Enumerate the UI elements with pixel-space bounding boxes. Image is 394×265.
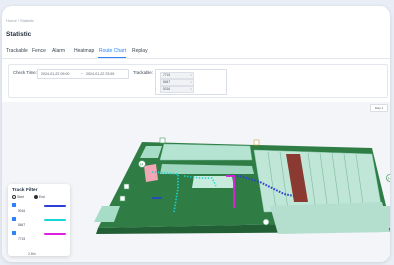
- app-window: Home / Statistic Statistic Trackable Fen…: [2, 6, 390, 262]
- range-separator: ~: [81, 71, 84, 76]
- map-marker-icon[interactable]: [123, 183, 130, 190]
- trackable-chip: 8467 ×: [160, 79, 194, 86]
- rack-block: [192, 176, 234, 188]
- check-time-label: Check Time:: [13, 70, 37, 75]
- filter-bar: Check Time: 2024-01-22 09:00 ~ 2024-01-2…: [8, 64, 388, 98]
- track-id: 7715: [18, 237, 26, 241]
- tab-fence[interactable]: Fence: [32, 48, 46, 54]
- chip-remove-icon[interactable]: ×: [190, 80, 192, 85]
- end-option-label: End: [39, 195, 45, 199]
- chip-remove-icon[interactable]: ×: [190, 73, 192, 78]
- end-time-value[interactable]: 2024-01-22 23:59: [86, 72, 114, 76]
- chip-remove-icon[interactable]: ×: [190, 87, 192, 92]
- rack-row: [159, 143, 253, 161]
- track-checkbox[interactable]: [12, 217, 16, 221]
- date-range-picker[interactable]: 2024-01-22 09:00 ~ 2024-01-22 23:59: [37, 69, 129, 79]
- trackable-select[interactable]: 7715 × 8467 × 5016 ×: [155, 69, 227, 95]
- start-radio[interactable]: [12, 195, 16, 199]
- marker-h-label: H: [140, 162, 143, 167]
- track-color-swatch: [44, 233, 66, 235]
- page-title: Statistic: [6, 31, 32, 38]
- trackable-chip: 7715 ×: [160, 72, 194, 79]
- tab-route-chart[interactable]: Route Chart: [99, 48, 126, 54]
- track-filter-title: Track Filter: [12, 188, 38, 193]
- route-map[interactable]: Map 1 H H Track Filter Start End 5016 84…: [2, 102, 390, 262]
- map-marker-icon[interactable]: [119, 195, 126, 202]
- trackable-label: Trackable:: [133, 70, 153, 75]
- tab-bar: Trackable Fence Alarm Heatmap Route Char…: [2, 46, 390, 59]
- track-color-swatch: [44, 219, 66, 221]
- track-id: 5016: [18, 209, 26, 213]
- marker-h-label: H: [388, 176, 390, 181]
- active-tab-indicator: [98, 57, 126, 58]
- track-checkbox[interactable]: [12, 203, 16, 207]
- scale-label: 2.8m: [28, 252, 36, 256]
- tab-heatmap[interactable]: Heatmap: [74, 48, 94, 54]
- tab-replay[interactable]: Replay: [132, 48, 148, 54]
- trackable-chip: 5016 ×: [160, 86, 194, 93]
- tab-alarm[interactable]: Alarm: [52, 48, 65, 54]
- track-checkbox[interactable]: [12, 231, 16, 235]
- track-color-swatch: [44, 205, 66, 207]
- end-radio[interactable]: [34, 195, 38, 199]
- breadcrumb[interactable]: Home / Statistic: [6, 18, 34, 23]
- start-time-value[interactable]: 2024-01-22 09:00: [41, 72, 69, 76]
- track-id: 8467: [18, 223, 26, 227]
- track-filter-panel: Track Filter Start End 5016 8467 7715: [8, 184, 70, 256]
- map-marker-icon[interactable]: [253, 139, 260, 146]
- map-marker-icon[interactable]: [159, 137, 166, 144]
- map-marker-icon[interactable]: [262, 218, 270, 226]
- rack-block: [270, 202, 390, 234]
- start-option-label: Start: [17, 195, 24, 199]
- tab-trackable[interactable]: Trackable: [6, 48, 28, 54]
